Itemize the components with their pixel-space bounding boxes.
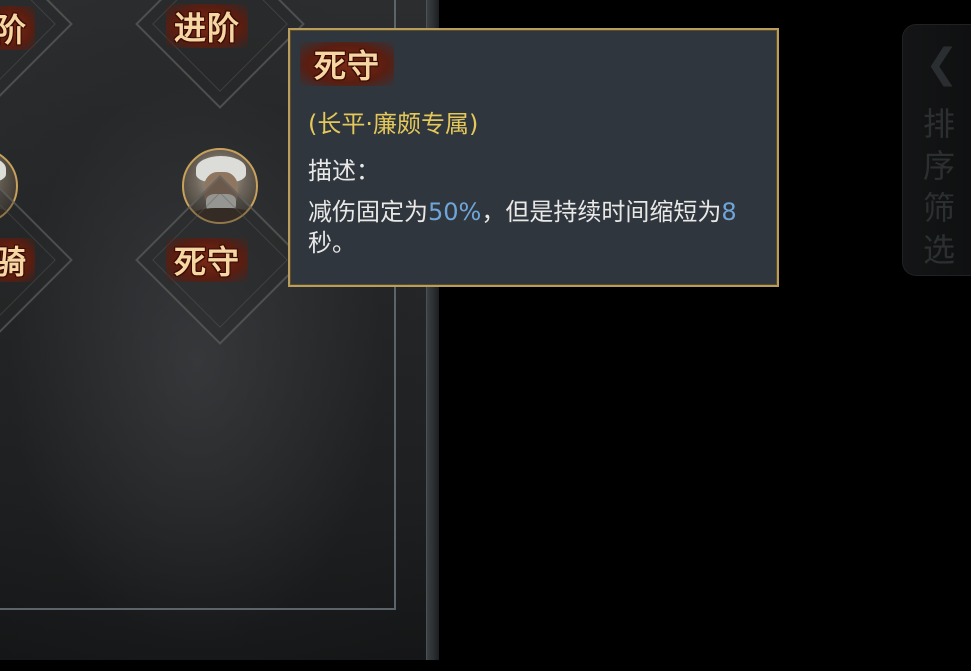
skill-banner-mid-left[interactable]: 骑: [0, 238, 36, 282]
tooltip-exclusive-label: (长平·廉颇专属): [308, 110, 479, 138]
desc-text: ，但是持续时间缩短为: [481, 198, 722, 226]
tooltip-description-label: 描述：: [308, 157, 380, 185]
game-screen: 阶 进阶 骑 死守 死守 (长平·廉颇专属) 描述： 减伤固定为50%，但是持续…: [0, 0, 971, 671]
tooltip-description: 减伤固定为50%，但是持续时间缩短为8 秒。: [308, 197, 763, 259]
skill-banner-dead-guard[interactable]: 死守: [166, 238, 249, 282]
tooltip-title: 死守: [300, 42, 395, 86]
chevron-left-icon: ❮: [925, 41, 959, 87]
skill-banner-top-left[interactable]: 阶: [0, 6, 36, 50]
sort-filter-tab[interactable]: ❮ 排序筛选: [902, 24, 971, 276]
desc-value-seconds: 8: [721, 198, 737, 226]
sort-filter-label: 排序筛选: [923, 105, 956, 269]
skill-banner-advance[interactable]: 进阶: [166, 4, 249, 48]
avatar-hair: [0, 156, 6, 182]
desc-value-percent: 50%: [428, 198, 482, 226]
skill-tooltip: 死守 (长平·廉颇专属) 描述： 减伤固定为50%，但是持续时间缩短为8 秒。: [288, 28, 779, 287]
desc-text: 秒。: [308, 229, 356, 257]
desc-text: 减伤固定为: [308, 198, 428, 226]
